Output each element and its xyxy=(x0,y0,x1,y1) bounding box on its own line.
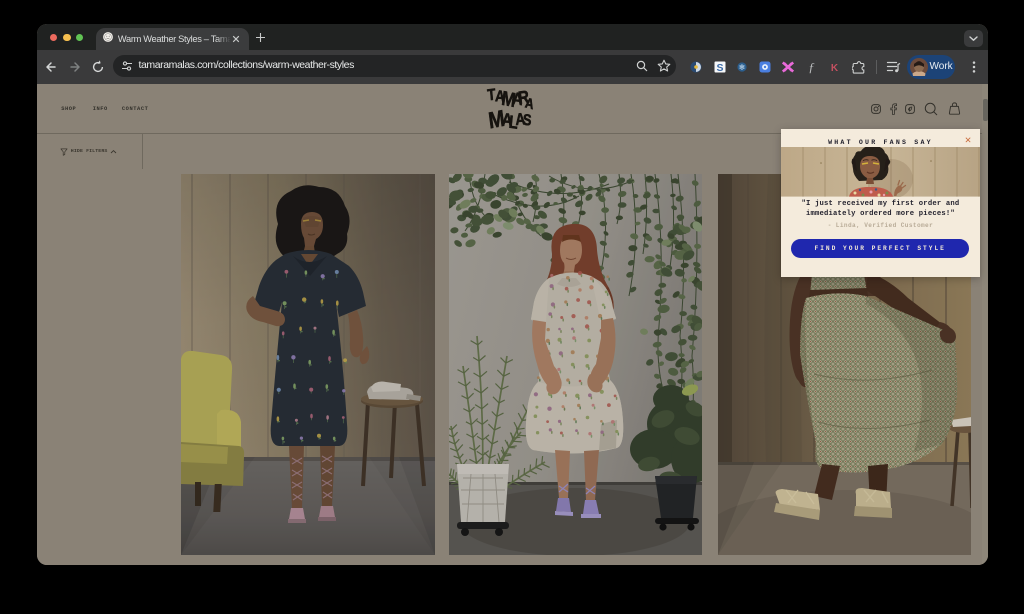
svg-text:K: K xyxy=(831,63,839,74)
svg-text:S: S xyxy=(716,62,723,74)
svg-text:S: S xyxy=(522,112,532,130)
svg-text:❄: ❄ xyxy=(738,63,745,72)
svg-text:A: A xyxy=(524,94,535,112)
svg-text:ƒ: ƒ xyxy=(808,60,815,75)
